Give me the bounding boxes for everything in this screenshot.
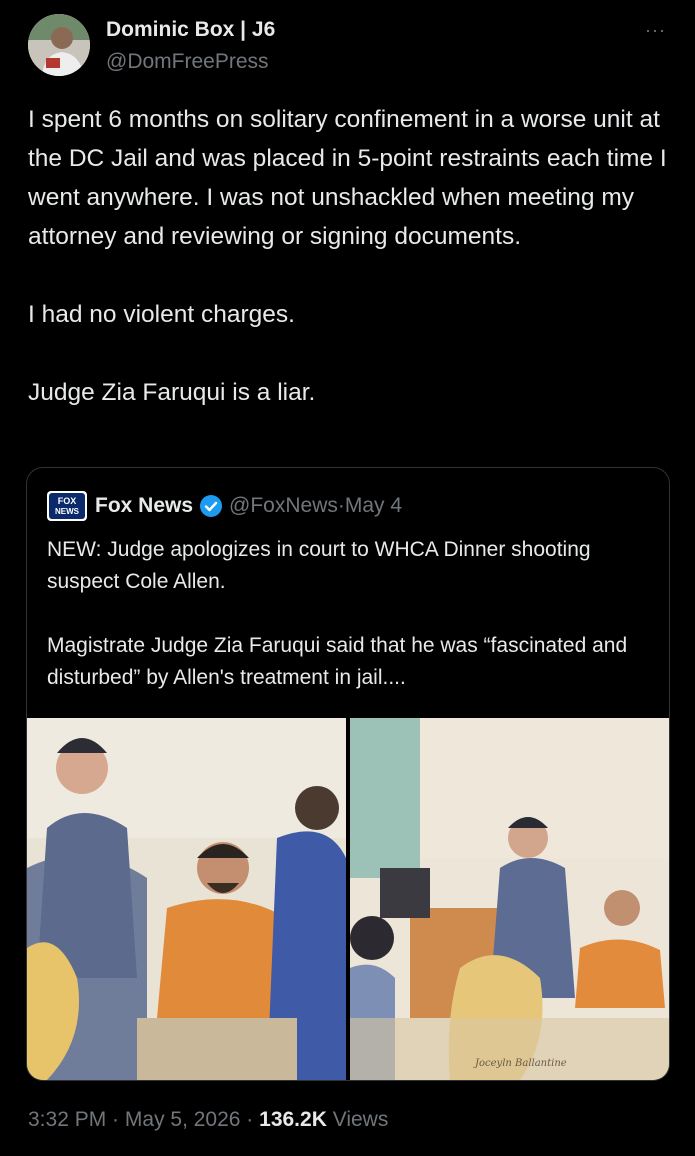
post-date[interactable]: May 5, 2026 (125, 1108, 241, 1131)
quoted-post-text: NEW: Judge apologizes in court to WHCA D… (47, 534, 657, 694)
quoted-post[interactable]: FOX NEWS Fox News @FoxNews · May 4 NEW: … (26, 467, 670, 1081)
svg-text:FOX: FOX (58, 496, 77, 506)
post-paragraph: I spent 6 months on solitary confinement… (28, 106, 667, 250)
author-handle[interactable]: @DomFreePress (106, 50, 269, 74)
post-header: Dominic Box | J6 @DomFreePress ··· (28, 14, 668, 84)
more-options-icon[interactable]: ··· (645, 20, 666, 41)
quoted-media[interactable]: Joceyln Ballantine (27, 718, 669, 1080)
courtroom-sketch-image-left[interactable] (27, 718, 346, 1080)
meta-separator: · (106, 1108, 125, 1131)
quoted-date[interactable]: May 4 (345, 494, 402, 518)
author-name[interactable]: Dominic Box | J6 (106, 18, 275, 42)
quoted-post-header: FOX NEWS Fox News @FoxNews · May 4 (47, 490, 402, 522)
post-paragraph: Judge Zia Faruqui is a liar. (28, 379, 316, 406)
views-count: 136.2K (259, 1108, 327, 1131)
quoted-author-handle[interactable]: @FoxNews (229, 494, 338, 518)
verified-badge-icon (199, 494, 223, 518)
quoted-author-name[interactable]: Fox News (95, 494, 193, 518)
post-text: I spent 6 months on solitary confinement… (28, 100, 678, 412)
post-time[interactable]: 3:32 PM (28, 1108, 106, 1131)
post-meta: 3:32 PM · May 5, 2026 · 136.2K Views (28, 1108, 388, 1132)
views-label: Views (332, 1108, 389, 1131)
sketch-artist-signature: Joceyln Ballantine (475, 1058, 567, 1069)
svg-text:NEWS: NEWS (55, 507, 80, 516)
quoted-paragraph: NEW: Judge apologizes in court to WHCA D… (47, 538, 591, 593)
courtroom-sketch-image-right[interactable]: Joceyln Ballantine (350, 718, 669, 1080)
quoted-paragraph: Magistrate Judge Zia Faruqui said that h… (47, 634, 628, 689)
fox-news-logo-icon[interactable]: FOX NEWS (47, 491, 87, 521)
meta-separator: · (240, 1108, 260, 1131)
quoted-separator: · (337, 494, 345, 517)
post-paragraph: I had no violent charges. (28, 301, 295, 328)
author-avatar[interactable] (28, 14, 90, 76)
